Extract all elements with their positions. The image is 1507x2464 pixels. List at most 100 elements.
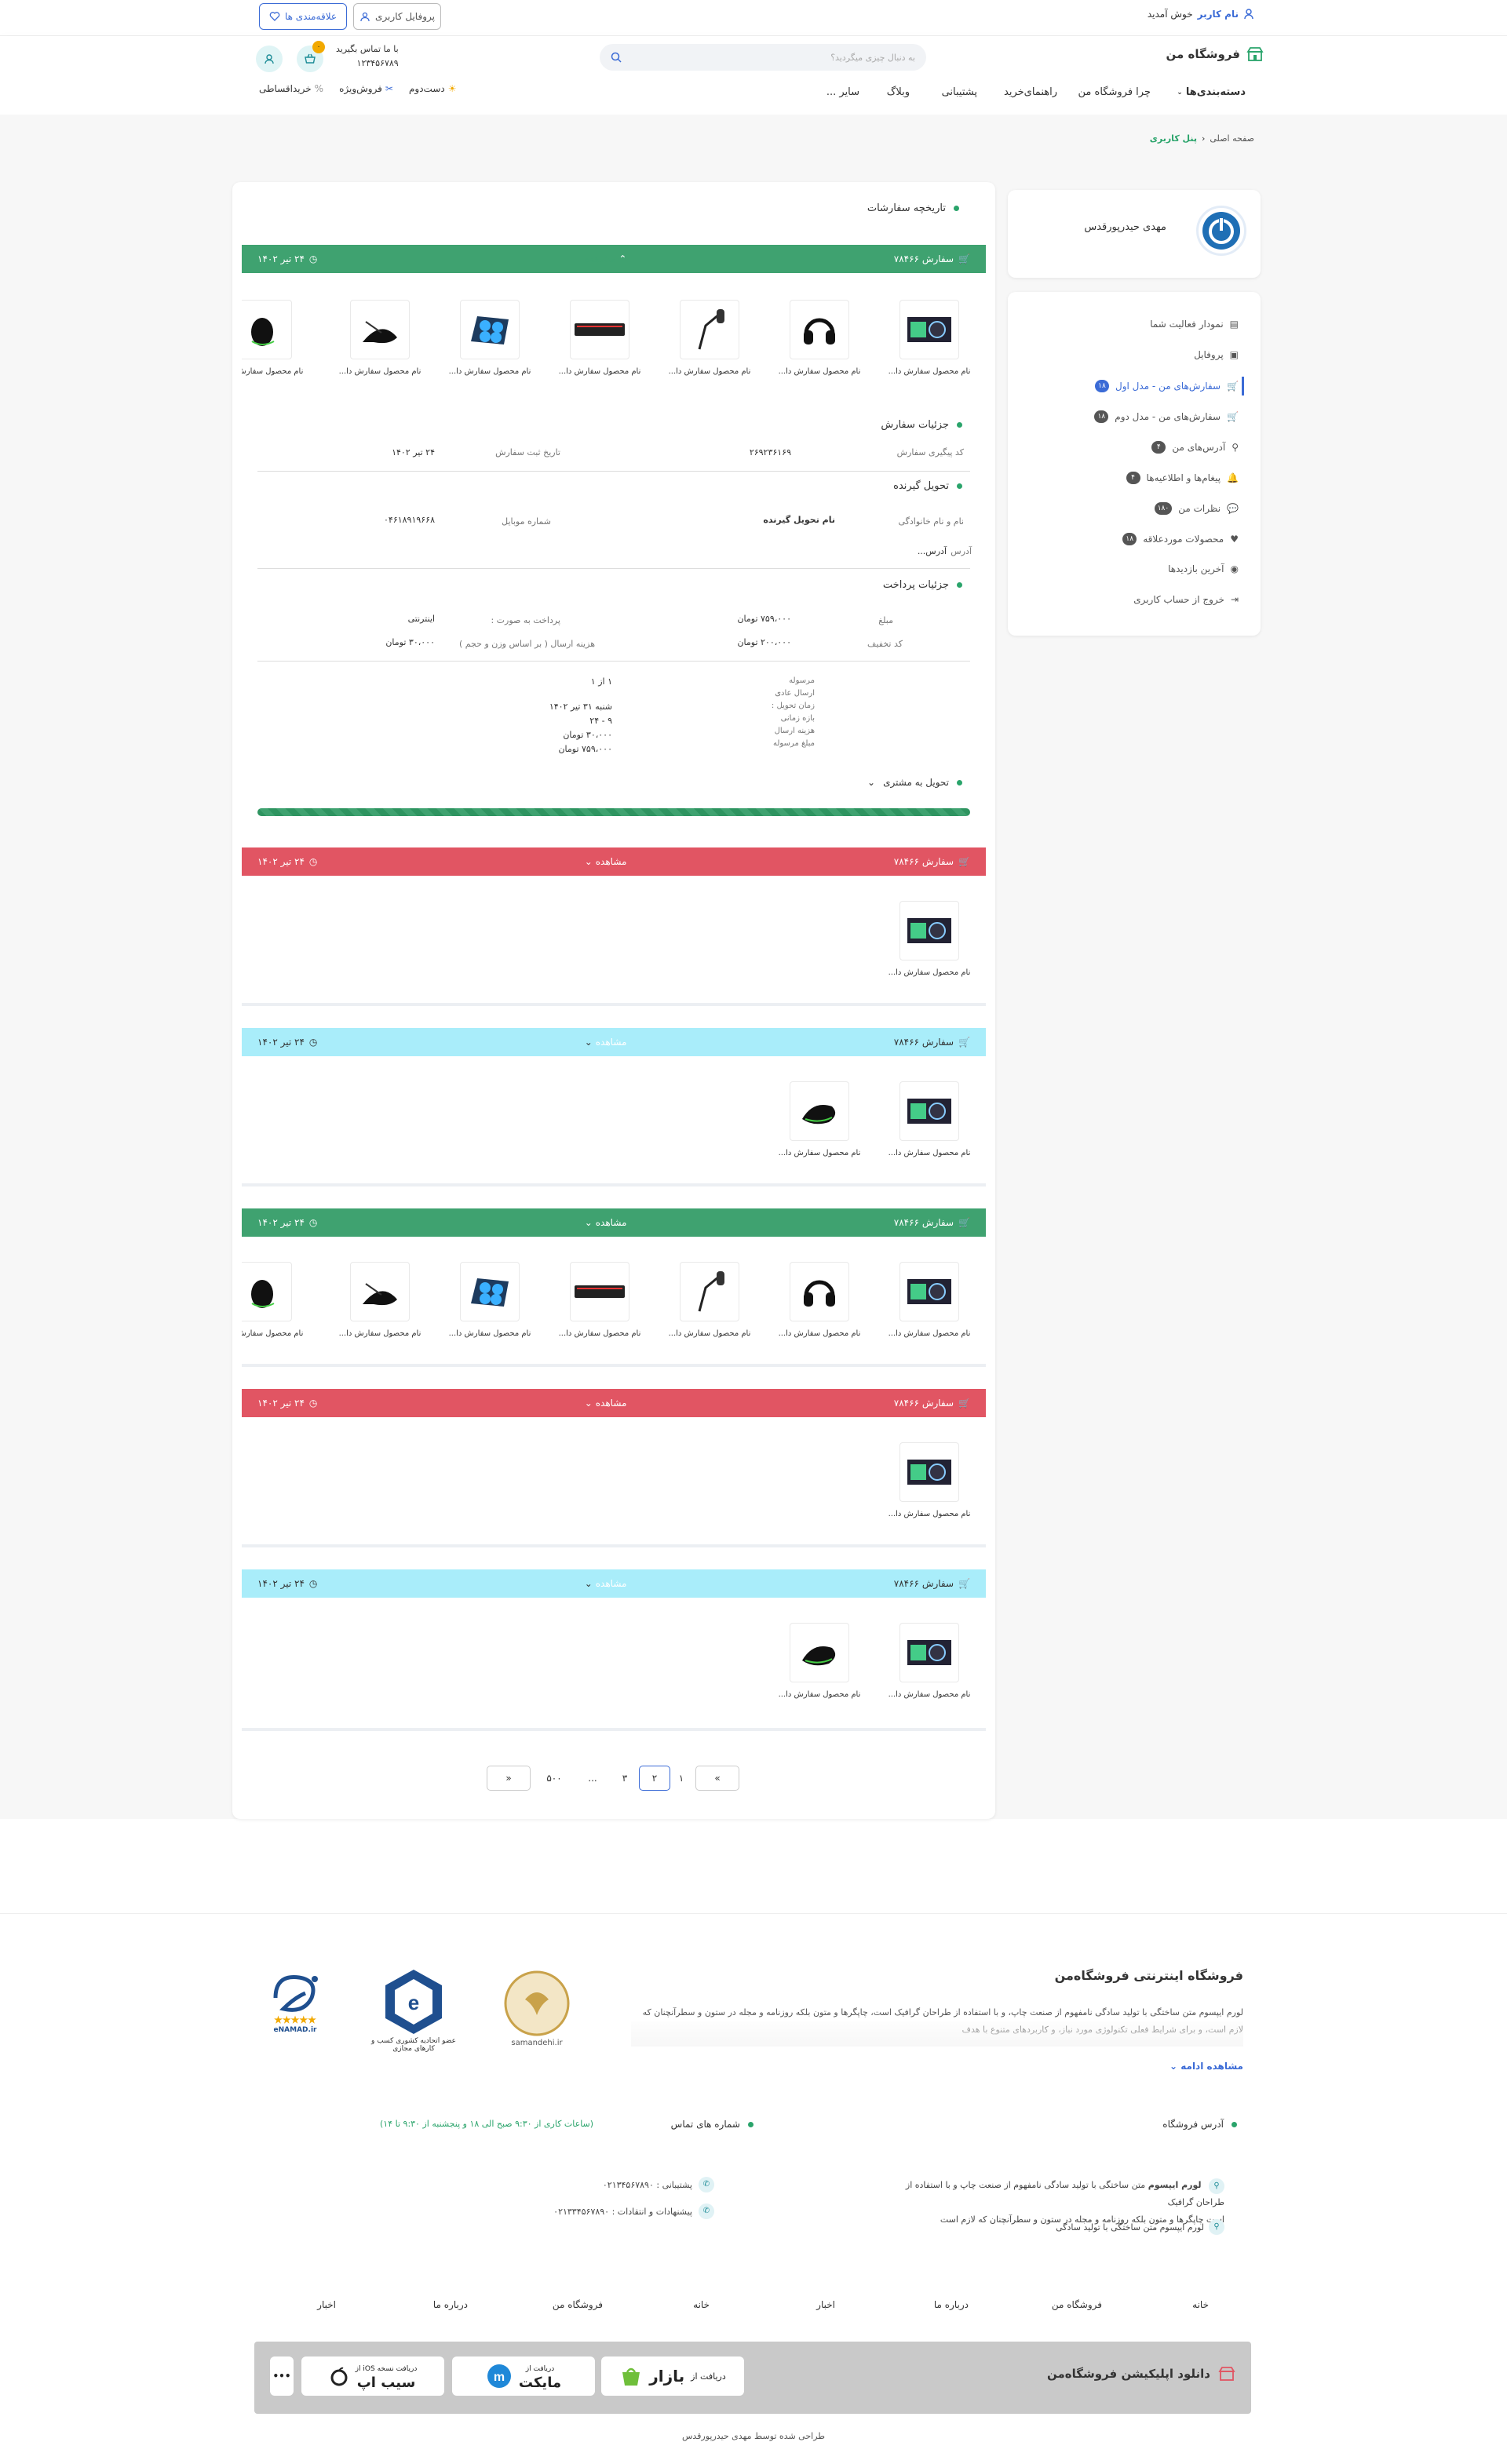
feedback-phone[interactable]: ✆ پیشنهادات و انتقادات : ۰۲۱۳۳۴۵۶۷۸۹۰ [553,2203,714,2219]
product-item[interactable]: نام محصول سفارش دا... [882,1442,976,1518]
union-badge[interactable]: e عضو اتحادیه کشوری کسب و کارهای مجازی [370,1966,457,2053]
nav-support[interactable]: پشتیبانی [942,86,977,98]
bazaar-button[interactable]: دریافت از بازار [601,2356,744,2396]
samandehi-badge[interactable]: samandehi.ir [490,1968,584,2047]
comment-icon: 💬 [1227,503,1239,514]
brand-logo[interactable]: فروشگاه من [1166,46,1264,63]
sidebar-item-recent[interactable]: ◉ آخرین بازدیدها [1168,563,1239,574]
search-input[interactable]: به دنبال چیزی میگردید؟ [600,44,926,71]
product-item[interactable]: نام محصول سفارش دا... [882,1262,976,1338]
nav-guide[interactable]: راهنمای‌خرید [1004,86,1057,98]
promo-special[interactable]: ✂ فروش‌ویژه [339,83,393,94]
product-item[interactable]: نام محصول سفارش دا... [443,1262,537,1338]
product-item[interactable]: نام محصول سفارش دا... [553,1262,647,1338]
sidebar-item-comments[interactable]: 💬 نظرات من ۱۸۰ [1154,502,1239,515]
id-card-icon: ▣ [1229,349,1239,360]
nav-more[interactable]: سایر ... [826,86,859,98]
read-more-link[interactable]: مشاهده ادامه ⌄ [1169,2061,1243,2072]
promo-installment[interactable]: % خریداقساطی [259,83,323,94]
discount-label: کد تخفیف [867,639,903,649]
product-name: نام محصول سفارش دا... [338,367,421,376]
sidebar-item-addresses[interactable]: ⚲ آدرس‌های من ۴ [1151,441,1239,454]
product-item[interactable]: نام محصول سفارش دا... [882,1623,976,1699]
pagination-next[interactable]: » [695,1766,739,1791]
account-button[interactable] [256,46,283,72]
search-icon[interactable] [611,52,622,63]
product-item[interactable]: نام محصول سفارش دا... [333,1262,427,1338]
product-item[interactable]: نام محصول سفارش دا... [882,300,976,376]
sibapp-button[interactable]: دریافت نسخه iOS از سیب اپ [301,2356,444,2396]
nav-categories[interactable]: دسته‌بندی‌ها ⌄ [1177,86,1246,98]
enamad-badge[interactable]: ★★★★★ eNAMAD.ir [254,1966,336,2034]
location-icon: ⚲ [1209,2178,1224,2194]
sidebar-item-favorites[interactable]: ♥ محصولات موردعلاقه ۱۸ [1122,533,1239,545]
user-icon [263,53,275,65]
nav-why[interactable]: چرا فروشگاه من [1078,86,1151,98]
product-item[interactable]: نام محصول سفارش دا... [333,300,427,376]
sidebar-item-orders-2[interactable]: 🛒 سفارش‌های من - مدل دوم ۱۸ [1094,410,1239,423]
view-toggle[interactable]: ⌃ مشاهده [585,253,627,264]
view-toggle[interactable]: مشاهده ⌄ [585,1037,627,1048]
pagination-page[interactable]: ۱ [672,1766,691,1791]
product-item[interactable]: نام محصول سفارش دا... [772,1262,867,1338]
product-item[interactable]: نام محصول سفارش دا... [882,1081,976,1157]
footer-link-home[interactable]: خانه [1192,2299,1209,2310]
view-toggle[interactable]: مشاهده ⌄ [585,1398,627,1409]
more-stores-button[interactable]: ••• [270,2356,294,2396]
product-item-clipped[interactable]: نام محصول سفارش دا... [242,1262,308,1340]
sidebar-item-messages[interactable]: 🔔 پیغام‌ها و اطلاعیه‌ها ۴ [1126,472,1239,484]
sidebar-item-activity[interactable]: ▤ نمودار فعالیت شما [1150,319,1239,330]
pagination-page[interactable]: ۵۰۰ [537,1766,571,1791]
footer-link-store[interactable]: فروشگاه من [553,2299,603,2310]
promo-used[interactable]: ☀ دست‌دوم [409,83,457,94]
footer-link-home[interactable]: خانه [693,2299,710,2310]
breadcrumb-home[interactable]: صفحه اصلی [1210,133,1254,144]
order-header[interactable]: 🛒 سفارش ۷۸۴۶۶ مشاهده ⌄ ◷ ۲۴ تیر ۱۴۰۲ [242,1028,986,1056]
user-card: مهدی حیدرپورقدس [1008,190,1261,278]
profile-button[interactable]: پروفایل کاربری [353,3,441,30]
sidebar-item-orders-1[interactable]: 🛒 سفارش‌های من - مدل اول ۱۸ [1095,380,1239,392]
welcome-name[interactable]: نام کاربر [1198,9,1239,20]
product-item[interactable]: نام محصول سفارش دا... [443,300,537,376]
product-item[interactable]: نام محصول سفارش دا... [662,300,757,376]
search-placeholder: به دنبال چیزی میگردید؟ [830,52,915,63]
footer-link-news[interactable]: اخبار [816,2299,835,2310]
order-header[interactable]: 🛒 سفارش ۷۸۴۶۶ مشاهده ⌄ ◷ ۲۴ تیر ۱۴۰۲ [242,1208,986,1237]
favorites-button[interactable]: علاقه‌مندی ها [259,3,347,30]
support-phone[interactable]: ✆ پشتیبانی : ۰۲۱۳۴۵۶۷۸۹۰ [603,2177,714,2192]
contact-phone[interactable]: ۱۲۳۴۵۶۷۸۹ [336,56,399,71]
product-item[interactable]: نام محصول سفارش دا... [882,901,976,977]
chevron-left-icon: ‹ [1201,133,1206,144]
product-item-clipped[interactable]: نام محصول سفارش دا... [242,300,308,378]
cart-button[interactable]: ۰ [297,41,325,72]
pagination-prev[interactable]: « [487,1766,531,1791]
product-item[interactable]: نام محصول سفارش دا... [772,1623,867,1699]
sidebar-item-label: نظرات من [1178,503,1221,514]
view-toggle[interactable]: مشاهده ⌄ [585,1217,627,1228]
product-item[interactable]: نام محصول سفارش دا... [662,1262,757,1338]
delivery-status[interactable]: تحویل به مشتری ⌄ [867,777,962,788]
sidebar-item-profile[interactable]: ▣ پروفایل [1194,349,1239,360]
pagination-page[interactable]: ۳ [615,1766,634,1791]
product-item[interactable]: نام محصول سفارش دا... [772,1081,867,1157]
order-header[interactable]: 🛒 سفارش ۷۸۴۶۶ مشاهده ⌄ ◷ ۲۴ تیر ۱۴۰۲ [242,847,986,876]
sidebar-item-label: پروفایل [1194,349,1224,360]
footer-link-store[interactable]: فروشگاه من [1052,2299,1102,2310]
order-label: سفارش ۷۸۴۶۶ [893,856,954,867]
myket-button[interactable]: دریافت از مایکت m [452,2356,595,2396]
view-toggle[interactable]: مشاهده ⌄ [585,1578,627,1589]
order-header[interactable]: 🛒 سفارش ۷۸۴۶۶ مشاهده ⌄ ◷ ۲۴ تیر ۱۴۰۲ [242,1389,986,1417]
sidebar-item-logout[interactable]: ⇥ خروج از حساب کاربری [1133,594,1239,605]
order-header[interactable]: 🛒 سفارش ۷۸۴۶۶ ⌃ مشاهده ◷ ۲۴ تیر ۱۴۰۲ [242,245,986,273]
order-header[interactable]: 🛒 سفارش ۷۸۴۶۶ مشاهده ⌄ ◷ ۲۴ تیر ۱۴۰۲ [242,1569,986,1598]
product-item[interactable]: نام محصول سفارش دا... [553,300,647,376]
avatar[interactable] [1196,206,1246,256]
pagination-current[interactable]: ۲ [639,1766,670,1791]
order-details-title: جزئیات سفارش [881,419,962,431]
product-item[interactable]: نام محصول سفارش دا... [772,300,867,376]
footer-link-about[interactable]: درباره ما [433,2299,468,2310]
footer-link-about[interactable]: درباره ما [934,2299,969,2310]
view-toggle[interactable]: مشاهده ⌄ [585,856,627,867]
footer-link-news[interactable]: اخبار [317,2299,336,2310]
nav-blog[interactable]: وبلاگ [887,86,910,98]
